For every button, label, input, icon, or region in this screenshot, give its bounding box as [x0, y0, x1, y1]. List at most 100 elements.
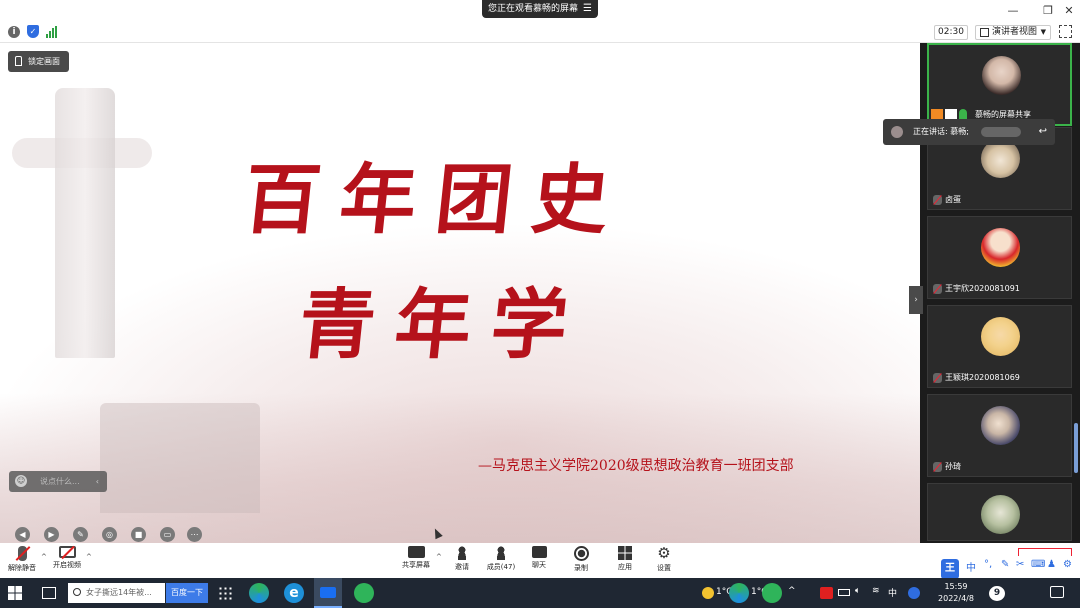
unmute-button[interactable]: 解除静音	[5, 546, 39, 576]
clock-time: 15:59	[944, 582, 968, 591]
info-icon[interactable]: i	[8, 26, 20, 38]
start-video-button[interactable]: 开启视频	[50, 545, 84, 576]
wechat-icon[interactable]	[354, 583, 374, 603]
shield-icon[interactable]: ✓	[27, 25, 39, 38]
chat-input[interactable]: ☺ 说点什么... ‹	[9, 471, 107, 492]
speaking-indicator: 正在讲话: 慕畅; ↩	[883, 119, 1055, 145]
ie-icon[interactable]: e	[284, 583, 304, 603]
participant-label: 卤蛋	[931, 193, 961, 207]
more-icon[interactable]: ⋯	[187, 527, 202, 542]
screenshot-icon[interactable]: ◎	[102, 527, 117, 542]
wechat-icon[interactable]	[762, 583, 782, 603]
camera-icon[interactable]: ■	[131, 527, 146, 542]
mic-muted-icon	[933, 284, 942, 294]
ime-logo-icon[interactable]: 王	[941, 559, 959, 579]
scissors-icon[interactable]: ✂	[1016, 559, 1024, 570]
windows-start-icon[interactable]	[8, 586, 22, 600]
avatar	[981, 228, 1020, 267]
chevron-up-icon[interactable]: ^	[788, 586, 796, 596]
taskbar: 女子撕远14年被... 百度一下 e 1°C 1°C ^ 🔈︎ ≋ 中 15:5…	[0, 578, 1080, 608]
restore-icon[interactable]: ❐	[1040, 3, 1056, 19]
invite-button[interactable]: 邀请	[448, 546, 476, 576]
play-icon[interactable]: ▶	[44, 527, 59, 542]
chevron-up-icon[interactable]: ^	[86, 553, 92, 561]
ime-icon[interactable]	[908, 587, 920, 599]
mic-muted-icon	[15, 546, 30, 561]
edge-icon[interactable]	[729, 583, 749, 603]
participant-tile[interactable]	[927, 483, 1072, 541]
gear-icon[interactable]: ⚙	[1063, 559, 1072, 570]
pen-icon[interactable]: ✎	[1001, 559, 1009, 570]
menu-icon[interactable]: ☰	[583, 0, 592, 18]
action-center-icon[interactable]	[1050, 586, 1064, 598]
apps-button[interactable]: 应用	[612, 546, 638, 576]
collapse-panel-button[interactable]: ›	[909, 286, 923, 314]
search-input[interactable]: 女子撕远14年被...	[68, 583, 165, 603]
ime-punct[interactable]: °,	[984, 559, 992, 570]
slide-subtitle: —马克思主义学院2020级思想政治教育一班团支部	[478, 458, 794, 474]
chevron-down-icon: ▼	[1040, 28, 1046, 36]
subtitle-icon[interactable]: ▭	[160, 527, 175, 542]
task-view-icon[interactable]	[42, 587, 56, 599]
battery-icon[interactable]	[838, 589, 850, 596]
back-icon[interactable]: ◀	[15, 527, 30, 542]
notification-badge[interactable]: 9	[989, 586, 1005, 601]
view-mode-dropdown[interactable]: 演讲者视图 ▼	[975, 25, 1051, 40]
watchtower-graphic	[100, 403, 260, 513]
shared-screen: 百年团史 青年学 —马克思主义学院2020级思想政治教育一班团支部	[0, 43, 920, 543]
baidu-search-button[interactable]: 百度一下	[166, 583, 208, 603]
chevron-left-icon[interactable]: ‹	[96, 471, 99, 492]
settings-label: 设置	[657, 564, 671, 572]
apps-icon	[618, 546, 632, 560]
record-label: 录制	[574, 564, 588, 572]
edge-icon[interactable]	[249, 583, 269, 603]
settings-button[interactable]: ⚙ 设置	[651, 546, 677, 576]
share-screen-button[interactable]: 共享屏幕	[398, 546, 434, 576]
apps-grid-icon[interactable]	[218, 586, 232, 600]
unmute-label: 解除静音	[8, 564, 36, 572]
chevron-up-icon[interactable]: ^	[41, 553, 47, 561]
reply-icon[interactable]: ↩	[1039, 119, 1047, 145]
tray-app-icon[interactable]	[820, 587, 833, 599]
monument-pillar-graphic	[55, 88, 115, 358]
participant-name: 王颖琪2020081069	[945, 373, 1020, 382]
network-icon[interactable]: ≋	[872, 586, 880, 596]
avatar	[981, 317, 1020, 356]
participant-tile[interactable]: 慕畅的屏幕共享	[927, 43, 1072, 126]
invite-icon	[456, 546, 468, 560]
minimize-icon[interactable]: —	[1005, 3, 1021, 19]
participant-tile[interactable]: 王颖琪2020081069	[927, 305, 1072, 388]
emoji-icon[interactable]: ☺	[15, 475, 27, 487]
keyboard-icon[interactable]: ⌨	[1031, 559, 1045, 570]
shirt-icon[interactable]: ♟	[1047, 559, 1056, 570]
participant-label: 孙琦	[931, 460, 961, 474]
participant-tile[interactable]: 孙琦	[927, 394, 1072, 477]
participant-name: 孙琦	[945, 462, 961, 471]
lock-screen-label: 锁定画面	[28, 57, 60, 66]
participant-tile[interactable]: 王宇欣2020081091	[927, 216, 1072, 299]
chat-button[interactable]: 聊天	[526, 546, 552, 576]
chevron-up-icon[interactable]: ^	[436, 553, 442, 561]
members-button[interactable]: 成员(47)	[483, 546, 519, 576]
scrollbar[interactable]	[1074, 423, 1078, 473]
ime-lang[interactable]: 中	[966, 559, 976, 574]
meeting-app-icon[interactable]	[314, 578, 342, 608]
participant-label: 王宇欣2020081091	[931, 282, 1020, 296]
lock-screen-button[interactable]: 锁定画面	[8, 51, 69, 72]
taskbar-ime-lang[interactable]: 中	[888, 586, 897, 599]
record-button[interactable]: 录制	[568, 546, 594, 576]
invite-label: 邀请	[455, 563, 469, 571]
grid-icon	[980, 28, 989, 37]
participant-panel: 慕畅的屏幕共享 卤蛋 王宇欣2020081091 王颖琪2020081069 孙…	[920, 43, 1080, 543]
pin-icon	[15, 56, 22, 66]
signal-icon[interactable]	[46, 26, 58, 38]
system-clock[interactable]: 15:59 2022/4/8	[930, 581, 982, 605]
share-banner[interactable]: 您正在观看慕畅的屏幕 ☰	[482, 0, 598, 18]
pen-icon[interactable]: ✎	[73, 527, 88, 542]
avatar	[981, 495, 1020, 534]
fullscreen-icon[interactable]	[1059, 25, 1072, 38]
avatar	[981, 406, 1020, 445]
volume-icon[interactable]: 🔈︎	[855, 586, 860, 596]
close-icon[interactable]: ✕	[1061, 3, 1077, 19]
participant-name: 王宇欣2020081091	[945, 284, 1020, 293]
